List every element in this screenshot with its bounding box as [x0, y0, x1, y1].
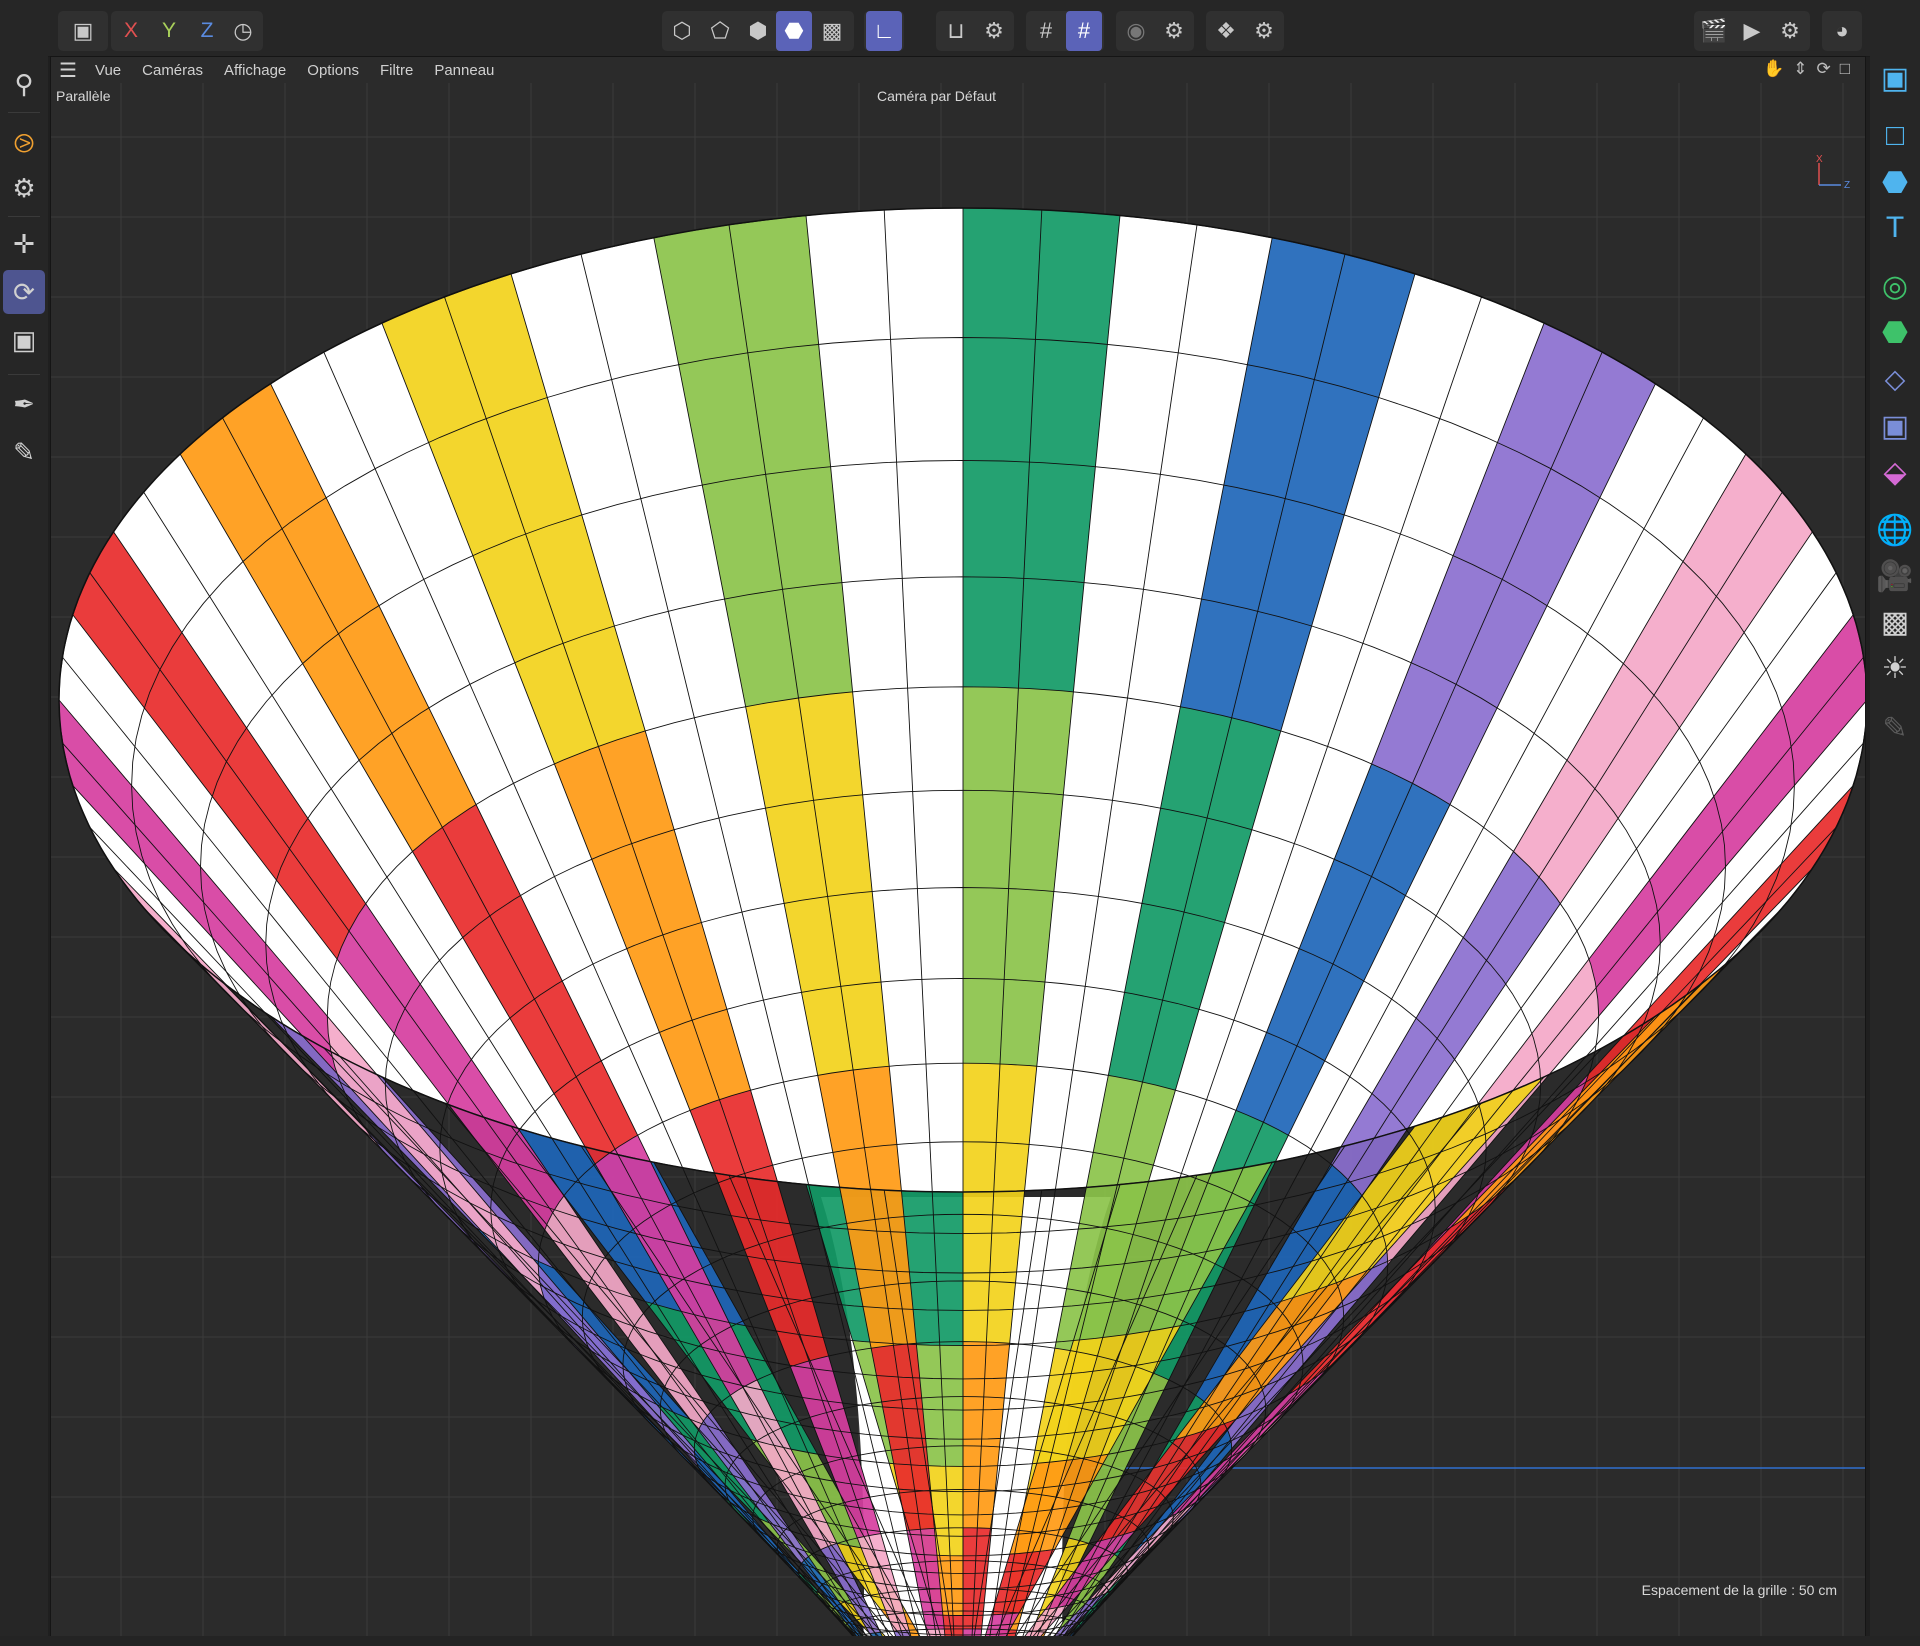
effector-icon[interactable]: ▣	[1874, 404, 1916, 448]
axis-gizmo: X Z	[1816, 154, 1850, 191]
light-icon[interactable]: ☀	[1874, 646, 1916, 690]
projection-label: Parallèle	[56, 88, 111, 104]
workplane-icon[interactable]: #	[1028, 11, 1064, 51]
environment-icon[interactable]: 🌐	[1874, 508, 1916, 552]
sketch-icon[interactable]: ✎	[3, 430, 45, 474]
points-mode-icon[interactable]: ⬠	[702, 11, 738, 51]
bottom-strip	[0, 1636, 1920, 1646]
picture-viewer-group: ◕	[1822, 11, 1862, 51]
solo-icon[interactable]: ◉	[1118, 11, 1154, 51]
deformer-icon[interactable]: ◎	[1874, 264, 1916, 308]
symmetry-icon[interactable]: ❖	[1208, 11, 1244, 51]
3d-viewport[interactable]: ☰ Vue Caméras Affichage Options Filtre P…	[50, 56, 1866, 1638]
axis-x-toggle[interactable]: X	[113, 11, 149, 51]
menu-vue[interactable]: Vue	[95, 62, 121, 79]
snap-group: ⊔ ⚙	[936, 11, 1014, 51]
camera-icon[interactable]: 🎥	[1874, 554, 1916, 598]
top-toolbar: ▣ X Y Z ◷ ⬡ ⬠ ⬢ ⬣ ▩ ∟ ⊔ ⚙ # # ◉ ⚙ ❖ ⚙ 🎬 …	[0, 0, 1920, 57]
layer-icon[interactable]: ✎	[1874, 706, 1916, 750]
solo-group: ◉ ⚙	[1116, 11, 1194, 51]
picture-viewer-icon[interactable]: ◕	[1824, 11, 1860, 51]
menu-cameras[interactable]: Caméras	[142, 62, 203, 79]
axis-lock-group: X Y Z ◷	[111, 11, 263, 51]
null-object-icon[interactable]: □	[1874, 114, 1916, 158]
axis-mode-group: ∟	[864, 11, 904, 51]
scale-icon[interactable]: ▣	[3, 318, 45, 362]
rotate-icon[interactable]: ⟳	[3, 270, 45, 314]
move-icon[interactable]: ✛	[3, 222, 45, 266]
grid-snap-icon[interactable]: #	[1066, 11, 1102, 51]
left-toolbar: ⚲ ⧁ ⚙ ✛ ⟳ ▣ ✒ ✎	[0, 56, 48, 1646]
mode-group: ⬡ ⬠ ⬢ ⬣ ▩	[662, 11, 854, 51]
live-selection-icon[interactable]: ⧁	[3, 122, 45, 166]
spline-pen-icon[interactable]: ✒	[3, 382, 45, 426]
generator-icon[interactable]: ⬣	[1874, 310, 1916, 354]
cinema4d-icon[interactable]: ▣	[65, 11, 101, 51]
render-settings-icon[interactable]: ⚙	[1772, 11, 1808, 51]
menu-icon[interactable]: ☰	[59, 58, 81, 83]
symmetry-group: ❖ ⚙	[1206, 11, 1284, 51]
gizmo-z-label: Z	[1844, 180, 1850, 191]
viewport-nav-icons[interactable]: ✋⇕⟳□	[1763, 59, 1859, 79]
polygons-mode-icon[interactable]: ⬣	[776, 11, 812, 51]
fields-icon[interactable]: ⬦	[1874, 358, 1916, 402]
search-icon[interactable]: ⚲	[3, 62, 45, 106]
render-group: 🎬 ▶ ⚙	[1694, 11, 1810, 51]
axis-z-toggle[interactable]: Z	[189, 11, 225, 51]
app-menu-group: ▣	[58, 11, 108, 51]
symmetry-settings-icon[interactable]: ⚙	[1246, 11, 1282, 51]
gizmo-x-label: X	[1816, 154, 1823, 165]
menu-panneau[interactable]: Panneau	[434, 62, 494, 79]
solo-settings-icon[interactable]: ⚙	[1156, 11, 1192, 51]
menu-filtre[interactable]: Filtre	[380, 62, 413, 79]
volume-icon[interactable]: ⬙	[1874, 450, 1916, 494]
menu-affichage[interactable]: Affichage	[224, 62, 286, 79]
render-icon[interactable]: ▩	[1874, 600, 1916, 644]
coordinate-system-icon[interactable]: ◷	[225, 11, 261, 51]
right-toolbar: ▣ □ ⬣ T ◎ ⬣ ⬦ ▣ ⬙ 🌐 🎥 ▩ ☀ ✎	[1870, 56, 1920, 1646]
grid-group: # #	[1026, 11, 1104, 51]
render-view-icon[interactable]: ▶	[1734, 11, 1770, 51]
snap-settings-icon[interactable]: ⚙	[976, 11, 1012, 51]
snap-icon[interactable]: ⊔	[938, 11, 974, 51]
scene-render[interactable]	[51, 57, 1865, 1637]
edges-mode-icon[interactable]: ⬢	[740, 11, 776, 51]
render-region-icon[interactable]: 🎬	[1696, 11, 1732, 51]
axis-mode-icon[interactable]: ∟	[866, 11, 902, 51]
model-mode-icon[interactable]: ⬡	[664, 11, 700, 51]
axis-y-toggle[interactable]: Y	[151, 11, 187, 51]
camera-label[interactable]: Caméra par Défaut	[877, 88, 996, 104]
object-manager-icon[interactable]: ▣	[1874, 56, 1916, 100]
selection-settings-icon[interactable]: ⚙	[3, 166, 45, 210]
text-object-icon[interactable]: T	[1874, 206, 1916, 250]
viewport-menu-bar: ☰ Vue Caméras Affichage Options Filtre P…	[51, 57, 1865, 83]
menu-options[interactable]: Options	[307, 62, 359, 79]
cube-object-icon[interactable]: ⬣	[1874, 160, 1916, 204]
uv-mode-icon[interactable]: ▩	[814, 11, 850, 51]
grid-spacing-label: Espacement de la grille : 50 cm	[1641, 1582, 1837, 1598]
